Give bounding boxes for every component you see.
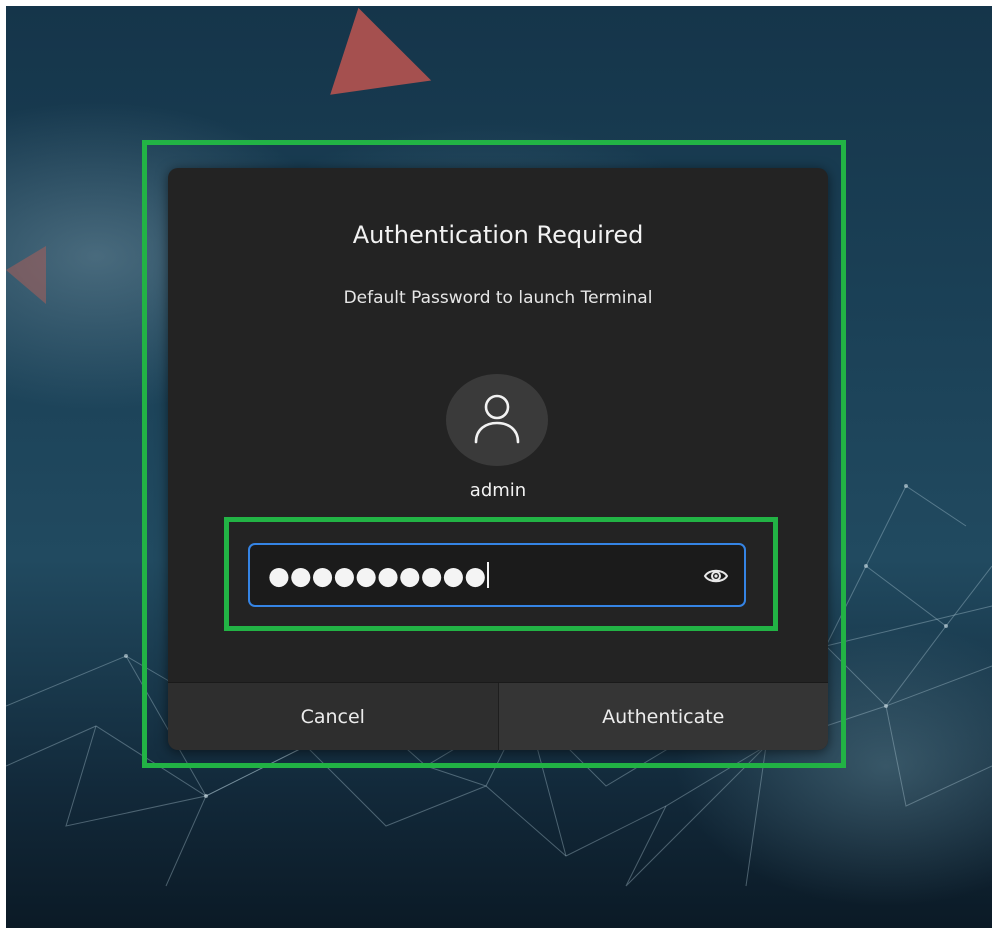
- authentication-dialog: Authentication Required Default Password…: [168, 168, 828, 750]
- password-highlight-box: [224, 517, 778, 631]
- authenticate-button[interactable]: Authenticate: [498, 683, 828, 750]
- dialog-button-row: Cancel Authenticate: [168, 682, 828, 750]
- wallpaper-triangle: [318, 6, 432, 95]
- authenticate-button-label: Authenticate: [602, 706, 725, 728]
- user-icon: [474, 394, 520, 444]
- cancel-button[interactable]: Cancel: [168, 683, 499, 750]
- user-avatar: [446, 374, 548, 466]
- wallpaper-triangle: [6, 246, 46, 304]
- dialog-title: Authentication Required: [352, 221, 644, 249]
- username-label: admin: [469, 480, 527, 501]
- cancel-button-label: Cancel: [300, 706, 365, 728]
- dialog-message: Default Password to launch Terminal: [343, 288, 653, 308]
